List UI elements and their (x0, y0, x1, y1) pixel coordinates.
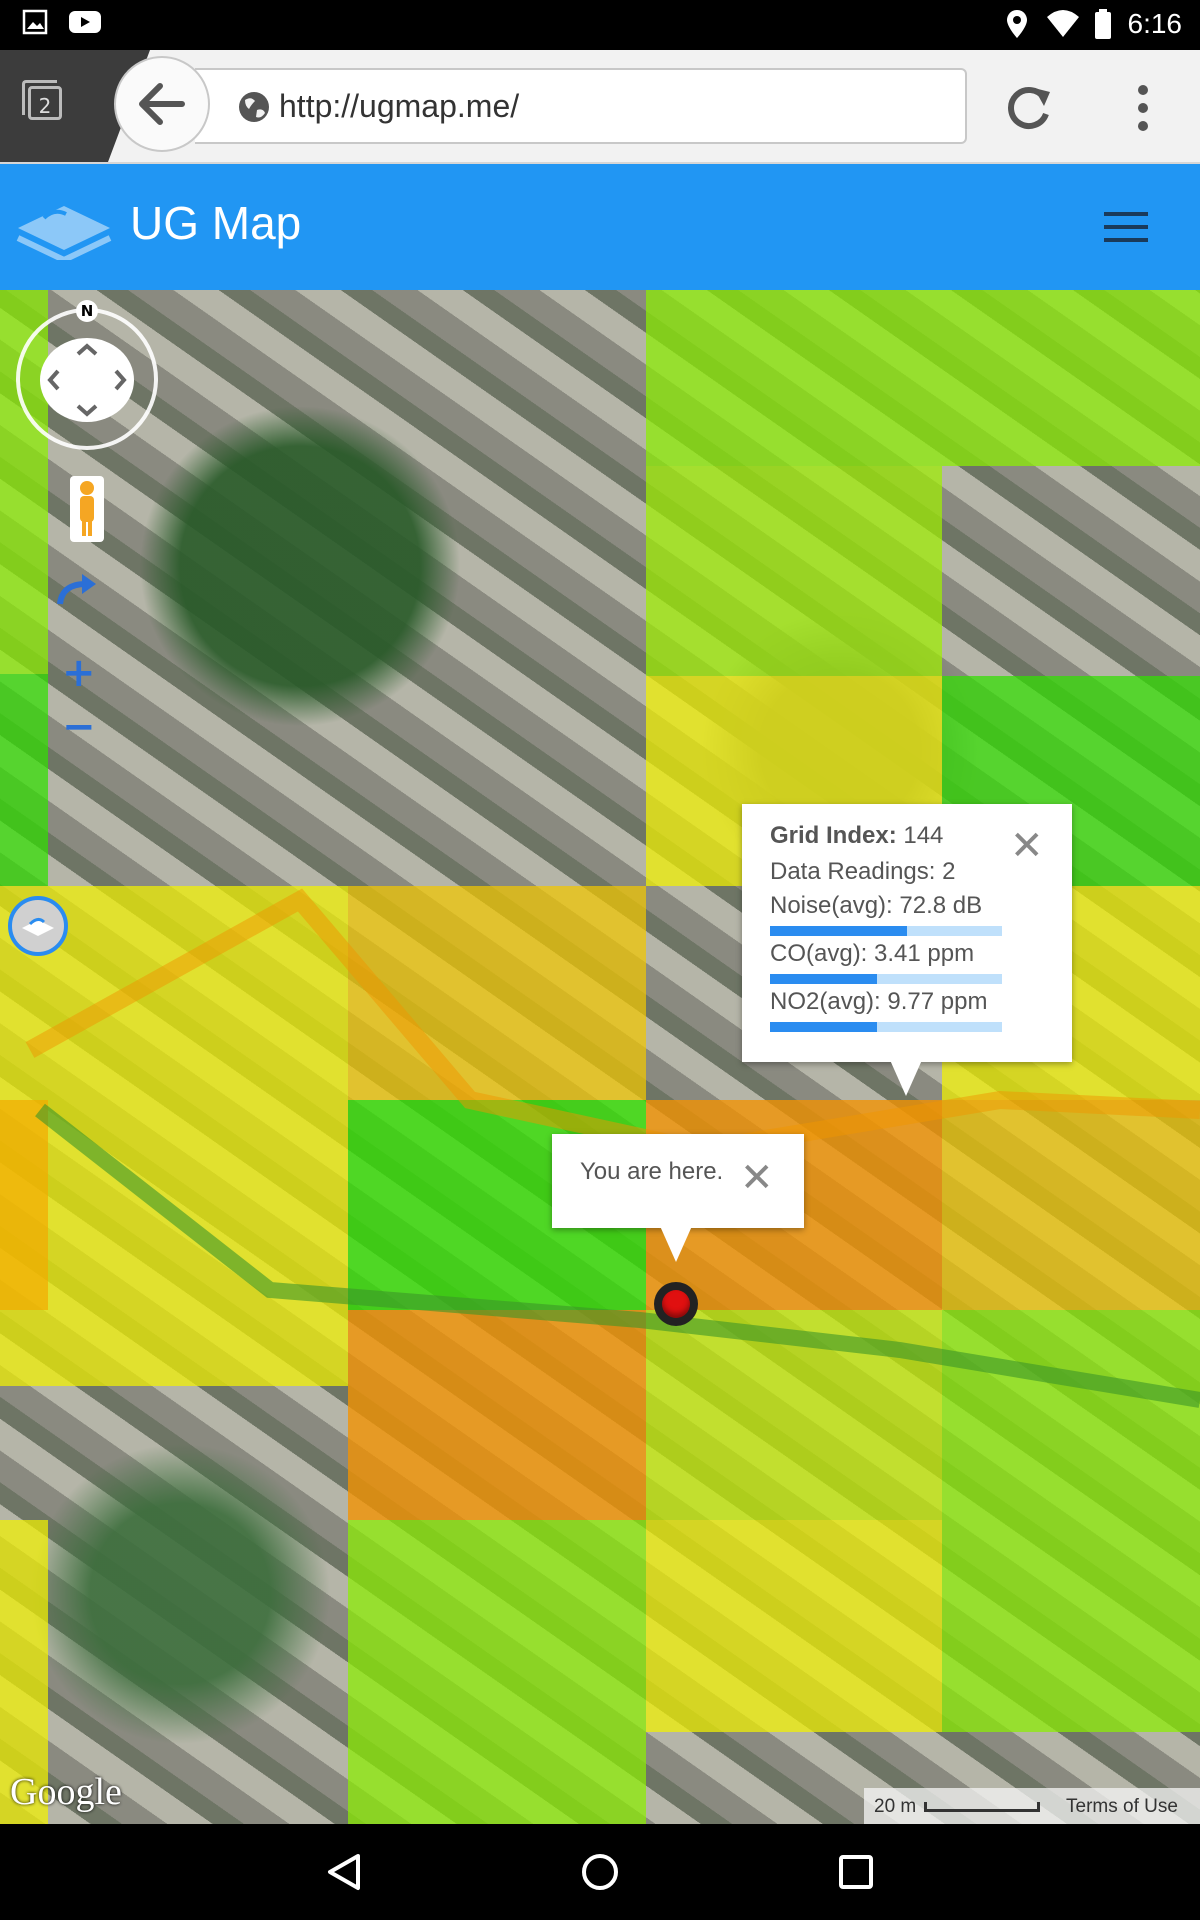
map-logo-icon (16, 206, 112, 260)
status-bar: 6:16 (0, 0, 1200, 50)
address-bar[interactable]: http://ugmap.me/ (195, 68, 967, 144)
grid-index-row: Grid Index: 144 (770, 822, 943, 850)
google-logo: Google (10, 1771, 122, 1813)
close-icon[interactable]: ✕ (1010, 826, 1044, 866)
location-dot (662, 1290, 690, 1318)
image-icon (22, 9, 48, 35)
system-nav-bar (0, 1824, 1200, 1920)
popup-tail (660, 1226, 692, 1262)
co-bar (770, 974, 1002, 984)
nav-recents-icon[interactable] (836, 1852, 876, 1892)
co-bar-fill (770, 974, 877, 984)
pan-control[interactable] (16, 308, 158, 450)
popup-tail (890, 1060, 922, 1096)
wifi-icon (1047, 10, 1079, 37)
sensor-marker-icon[interactable] (8, 896, 68, 956)
scale-line (924, 1802, 1040, 1812)
back-button[interactable] (114, 56, 210, 152)
scale-label: 20 m (874, 1796, 917, 1817)
app-title: UG Map (130, 197, 302, 249)
compass-label: N (76, 300, 98, 322)
grid-index-label: Grid Index: (770, 822, 897, 849)
street-view-pegman[interactable] (70, 476, 104, 542)
no2-avg: NO2(avg): 9.77 ppm (770, 988, 988, 1015)
scale-bar: 20 m Terms of Use (864, 1788, 1200, 1824)
data-readings: Data Readings: 2 (770, 858, 956, 885)
no2-bar-fill (770, 1022, 877, 1032)
globe-icon (239, 92, 269, 122)
map-canvas[interactable]: N + − Grid Index: 144 Data Readings: 2 N… (0, 290, 1200, 1824)
pegman-icon (80, 481, 94, 536)
current-location-marker[interactable] (654, 1282, 698, 1326)
noise-bar (770, 926, 1002, 936)
location-popup-text: You are here. (580, 1158, 724, 1185)
location-popup: You are here. ✕ (552, 1134, 804, 1262)
app-header: UG Map (0, 164, 1200, 290)
no2-bar (770, 1022, 1002, 1032)
url-text[interactable]: http://ugmap.me/ (279, 88, 519, 125)
battery-icon (1095, 9, 1111, 39)
sensor-icon (22, 917, 54, 936)
back-arrow-icon (139, 83, 185, 125)
zoom-out-button[interactable]: − (62, 704, 96, 750)
browser-toolbar: 2 http://ugmap.me/ (0, 50, 1200, 164)
hamburger-menu-icon[interactable] (1104, 210, 1148, 244)
nav-back-icon[interactable] (324, 1852, 364, 1892)
grid-info-popup: Grid Index: 144 Data Readings: 2 Noise(a… (742, 804, 1072, 1096)
noise-bar-fill (770, 926, 907, 936)
pan-arrows-icon (47, 343, 127, 417)
close-icon[interactable]: ✕ (740, 1158, 774, 1198)
terms-link[interactable]: Terms of Use (1066, 1796, 1178, 1818)
clock: 6:16 (1127, 8, 1183, 39)
location-icon (1007, 10, 1027, 38)
zoom-in-button[interactable]: + (62, 650, 96, 696)
co-avg: CO(avg): 3.41 ppm (770, 940, 975, 967)
reload-icon[interactable] (1004, 82, 1056, 134)
rotate-icon[interactable] (56, 572, 100, 608)
noise-avg: Noise(avg): 72.8 dB (770, 892, 983, 919)
overflow-menu-icon[interactable] (1130, 84, 1156, 132)
grid-index-value: 144 (903, 822, 944, 849)
youtube-icon (69, 11, 101, 33)
nav-home-icon[interactable] (580, 1852, 620, 1892)
tab-count[interactable]: 2 (22, 80, 62, 120)
